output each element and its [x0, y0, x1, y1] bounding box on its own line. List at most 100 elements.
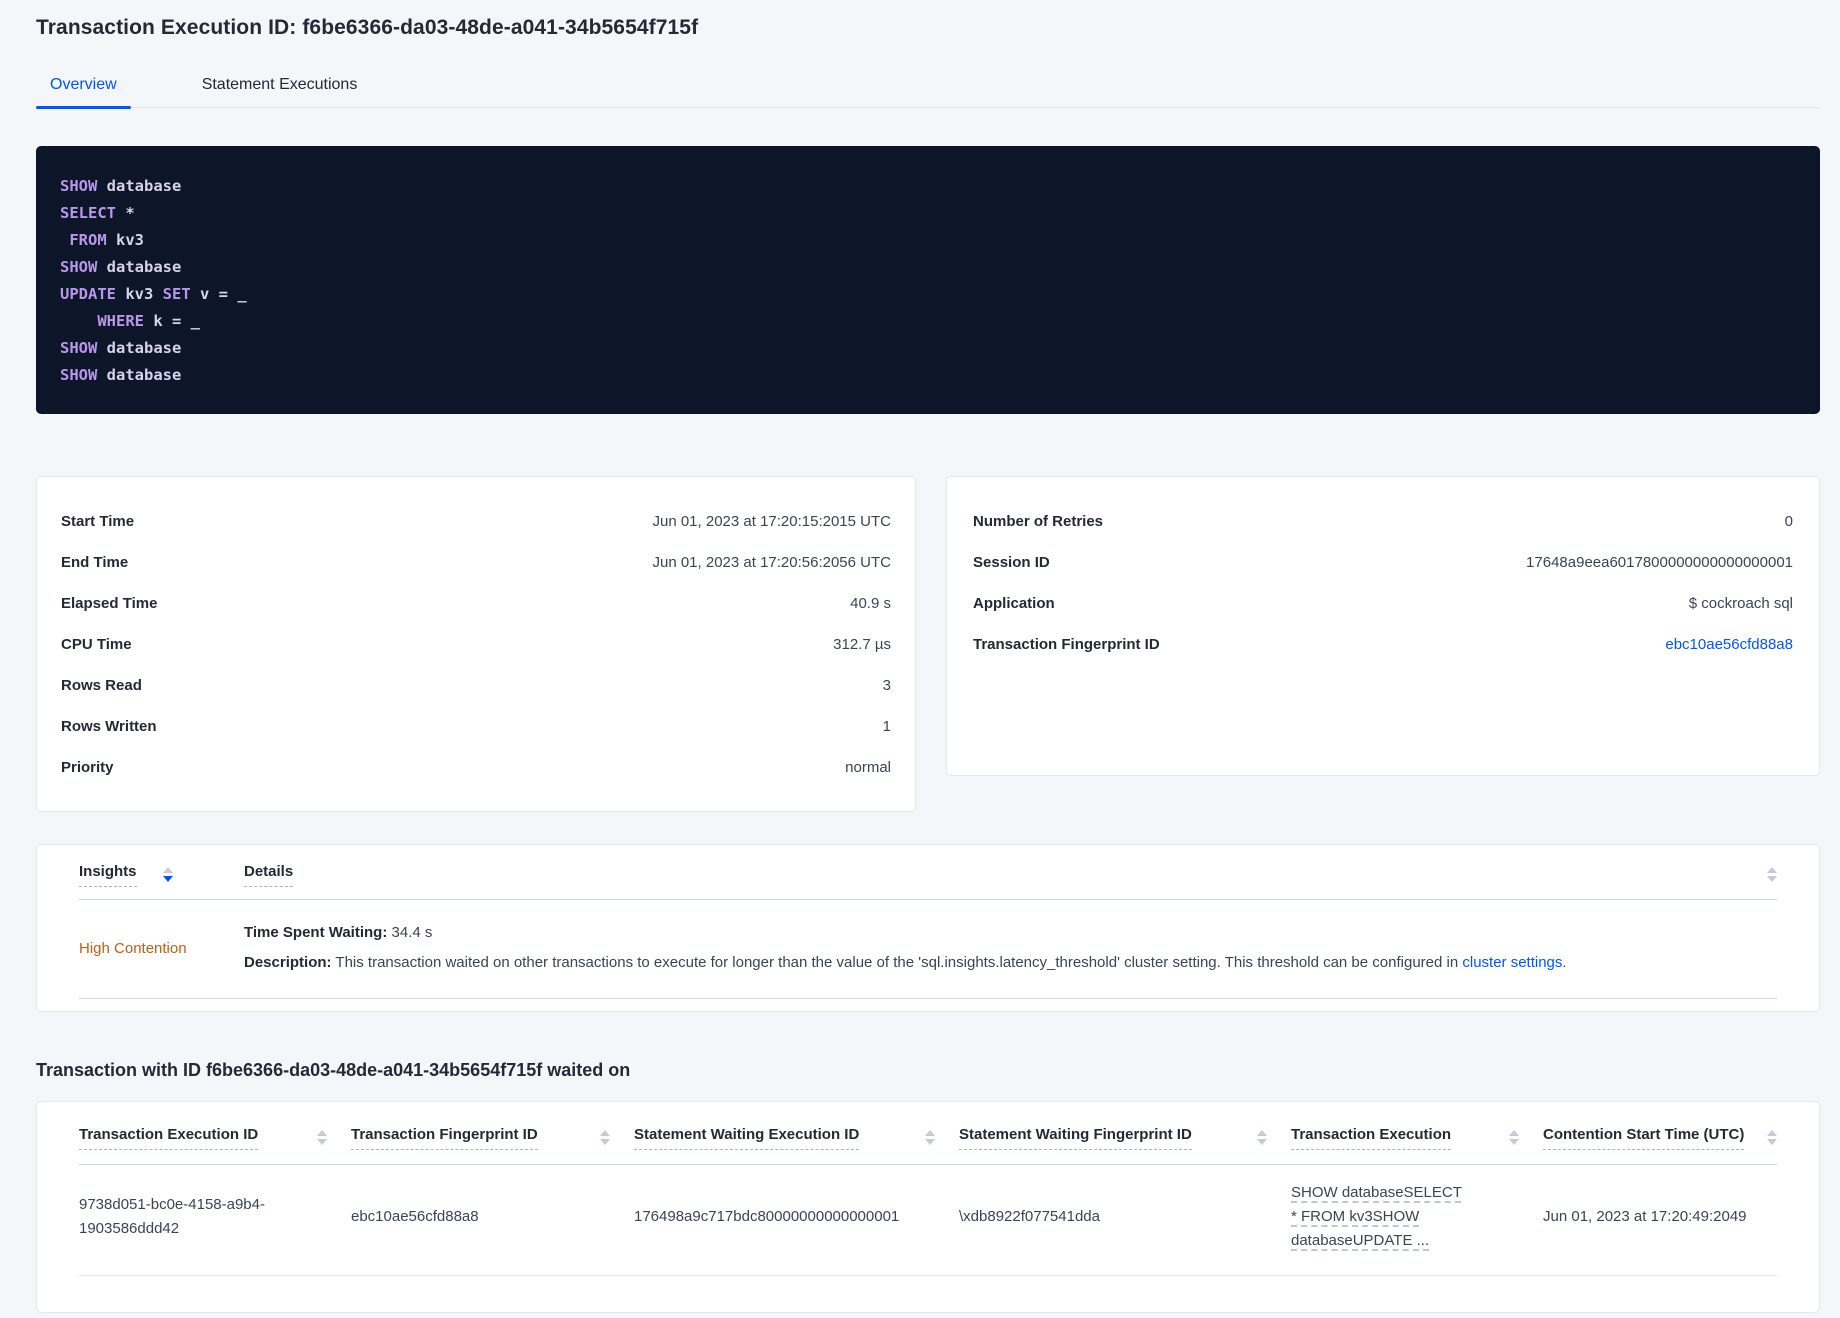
kv-value: Jun 01, 2023 at 17:20:56:2056 UTC: [652, 554, 891, 571]
waited-on-heading: Transaction with ID f6be6366-da03-48de-a…: [36, 1060, 631, 1080]
insights-header-cell: Insights: [79, 863, 244, 887]
sort-arrows-icon[interactable]: [1767, 1130, 1777, 1145]
kv-row-rows-read: Rows Read 3: [61, 665, 891, 706]
sql-line: FROM kv3: [60, 227, 1796, 254]
sql-keyword: SHOW: [60, 177, 98, 195]
kv-row-retries: Number of Retries 0: [973, 501, 1793, 542]
sort-arrows-icon[interactable]: [1767, 867, 1777, 882]
sort-arrows-icon[interactable]: [600, 1130, 610, 1145]
kv-row-elapsed-time: Elapsed Time 40.9 s: [61, 583, 891, 624]
column-header[interactable]: Statement Waiting Execution ID: [634, 1126, 860, 1150]
kv-row-cpu-time: CPU Time 312.7 µs: [61, 624, 891, 665]
column-header[interactable]: Statement Waiting Fingerprint ID: [959, 1126, 1192, 1150]
transaction-details-page: Transaction Execution ID: f6be6366-da03-…: [0, 0, 1840, 1313]
sql-line: SHOW database: [60, 335, 1796, 362]
kv-value: $ cockroach sql: [1688, 595, 1793, 612]
kv-label: Application: [973, 595, 1055, 612]
header-cell-stmt-waiting-fingerprint-id: Statement Waiting Fingerprint ID: [959, 1126, 1291, 1150]
cell-contention-start: Jun 01, 2023 at 17:20:49:2049: [1543, 1205, 1777, 1229]
header-cell-txn-execution: Transaction Execution: [1291, 1126, 1543, 1150]
sort-arrows-icon[interactable]: [162, 867, 173, 882]
sql-statement-box: SHOW database SELECT * FROM kv3 SHOW dat…: [36, 146, 1820, 414]
sort-asc-icon: [925, 1130, 935, 1136]
kv-label: CPU Time: [61, 636, 132, 653]
insights-column-header[interactable]: Insights: [79, 863, 137, 887]
sql-text: v = _: [190, 285, 247, 303]
sort-desc-icon: [1509, 1139, 1519, 1145]
kv-row-txn-fingerprint: Transaction Fingerprint ID ebc10ae56cfd88…: [973, 624, 1793, 665]
header-cell-contention-start: Contention Start Time (UTC): [1543, 1126, 1777, 1150]
description-text: This transaction waited on other transac…: [331, 954, 1463, 971]
sql-keyword: SHOW: [60, 366, 98, 384]
kv-label: Transaction Fingerprint ID: [973, 636, 1160, 653]
kv-label: Session ID: [973, 554, 1050, 571]
sql-keyword: SET: [162, 285, 191, 303]
kv-label: Number of Retries: [973, 513, 1104, 530]
kv-value: Jun 01, 2023 at 17:20:15:2015 UTC: [652, 513, 891, 530]
column-header[interactable]: Transaction Execution: [1291, 1126, 1452, 1150]
sort-desc-icon: [1767, 1139, 1777, 1145]
tab-statement-executions[interactable]: Statement Executions: [188, 66, 372, 107]
description-period: .: [1562, 954, 1567, 971]
txn-fingerprint-id-value: ebc10ae56cfd88a8: [351, 1208, 479, 1225]
kv-value: 0: [1784, 513, 1793, 530]
sort-asc-icon: [1767, 867, 1777, 873]
column-header[interactable]: Transaction Fingerprint ID: [351, 1126, 538, 1150]
txn-execution-truncated-text[interactable]: SHOW databaseSELECT * FROM kv3SHOW datab…: [1291, 1181, 1463, 1253]
sql-text: database: [97, 177, 182, 195]
sort-asc-icon: [162, 867, 173, 873]
sort-desc-icon: [600, 1139, 610, 1145]
kv-label: Elapsed Time: [61, 595, 158, 612]
sort-arrows-icon[interactable]: [1257, 1130, 1267, 1145]
cell-txn-execution-id: 9738d051-bc0e-4158-a9b4-1903586ddd42: [79, 1193, 351, 1241]
sql-text: database: [97, 258, 182, 276]
insights-table: Insights Details High Contention Time Sp…: [36, 844, 1820, 1012]
page-title: Transaction Execution ID: f6be6366-da03-…: [36, 16, 699, 39]
sort-asc-icon: [317, 1130, 327, 1136]
column-header[interactable]: Contention Start Time (UTC): [1543, 1126, 1745, 1150]
insight-type-label: High Contention: [79, 939, 187, 957]
time-spent-waiting-line: Time Spent Waiting: 34.4 s: [244, 918, 1567, 948]
sql-text: k = _: [144, 312, 200, 330]
kv-value: 312.7 µs: [833, 636, 891, 653]
kv-value: normal: [845, 759, 891, 776]
sql-keyword: WHERE: [60, 312, 144, 330]
sort-arrows-icon[interactable]: [317, 1130, 327, 1145]
tab-bar: Overview Statement Executions: [36, 66, 1820, 109]
sql-text: database: [97, 366, 182, 384]
kv-row-priority: Priority normal: [61, 747, 891, 788]
kv-label: Start Time: [61, 513, 135, 530]
sql-keyword: FROM: [60, 231, 107, 249]
kv-label: End Time: [61, 554, 129, 571]
sql-text: *: [116, 204, 135, 222]
sort-desc-icon: [162, 876, 173, 882]
kv-label: Rows Read: [61, 677, 142, 694]
sort-asc-icon: [1509, 1130, 1519, 1136]
cluster-settings-link[interactable]: cluster settings: [1462, 954, 1562, 971]
tab-overview[interactable]: Overview: [36, 66, 131, 109]
sql-keyword: SHOW: [60, 258, 98, 276]
header-cell-stmt-waiting-execution-id: Statement Waiting Execution ID: [634, 1126, 959, 1150]
sql-line: SHOW database: [60, 173, 1796, 200]
sort-arrows-icon[interactable]: [1509, 1130, 1519, 1145]
summary-cards-row: Start Time Jun 01, 2023 at 17:20:15:2015 …: [36, 476, 1820, 812]
insights-header-row: Insights Details: [79, 863, 1777, 899]
txn-execution-id-value: 9738d051-bc0e-4158-a9b4-1903586ddd42: [79, 1196, 265, 1237]
waited-on-header-row: Transaction Execution ID Transaction Fin…: [79, 1126, 1777, 1165]
sort-asc-icon: [600, 1130, 610, 1136]
sql-line: UPDATE kv3 SET v = _: [60, 281, 1796, 308]
sql-text: kv3: [106, 231, 144, 249]
sql-line: SHOW database: [60, 362, 1796, 389]
stmt-waiting-execution-id-value: 176498a9c717bdc80000000000000001: [634, 1208, 900, 1225]
waited-on-data-row: 9738d051-bc0e-4158-a9b4-1903586ddd42 ebc…: [79, 1165, 1777, 1276]
kv-row-rows-written: Rows Written 1: [61, 706, 891, 747]
description-line: Description: This transaction waited on …: [244, 948, 1567, 978]
kv-row-session-id: Session ID 17648a9eea60178000000000000000…: [973, 542, 1793, 583]
summary-card-session: Number of Retries 0 Session ID 17648a9eea6…: [946, 476, 1820, 776]
details-column-header[interactable]: Details: [244, 863, 294, 887]
sort-arrows-icon[interactable]: [925, 1130, 935, 1145]
kv-label: Priority: [61, 759, 114, 776]
transaction-fingerprint-link[interactable]: ebc10ae56cfd88a8: [1665, 636, 1793, 653]
column-header[interactable]: Transaction Execution ID: [79, 1126, 259, 1150]
cell-txn-fingerprint-id: ebc10ae56cfd88a8: [351, 1205, 634, 1229]
